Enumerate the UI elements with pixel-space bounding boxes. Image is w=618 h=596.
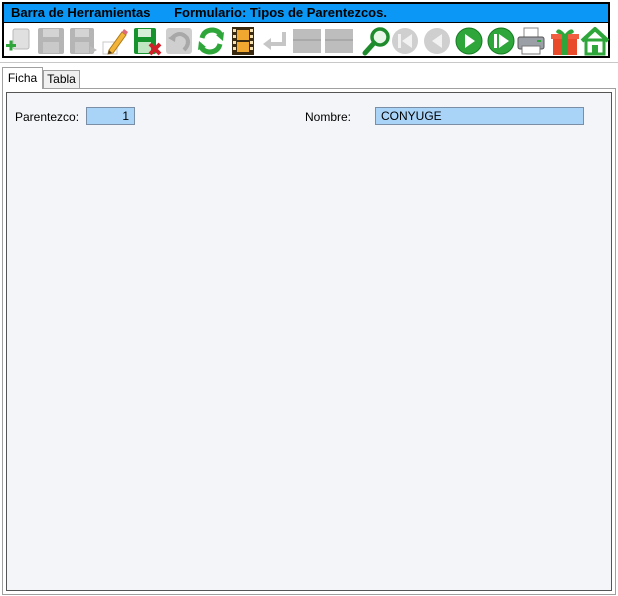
tab-ficha[interactable]: Ficha	[2, 67, 43, 89]
search-magnifier-icon	[362, 27, 390, 56]
save-icon	[38, 28, 64, 54]
add-record-icon	[6, 28, 30, 51]
toolbar-window: Barra de Herramientas Formulario: Tipos …	[2, 2, 610, 58]
form-title: Formulario: Tipos de Parentezcos.	[174, 5, 387, 20]
toolbar-title: Barra de Herramientas	[11, 5, 151, 20]
undo-icon	[166, 28, 192, 54]
grid-disabled-icon	[293, 29, 321, 53]
nombre-label: Nombre:	[305, 110, 352, 124]
save-delete-icon	[134, 28, 162, 56]
grid-button-2[interactable]	[324, 26, 354, 56]
toolbar-title-bar: Barra de Herramientas Formulario: Tipos …	[4, 4, 608, 23]
save-as-button[interactable]	[68, 26, 98, 56]
refresh-button[interactable]	[196, 26, 226, 56]
parentezco-field[interactable]: 1	[86, 107, 135, 125]
grid-disabled-icon-2	[325, 29, 353, 53]
save-button[interactable]	[36, 26, 66, 56]
parentezco-label: Parentezco:	[15, 110, 80, 124]
toolbar-icons	[4, 26, 610, 58]
previous-record-icon	[424, 28, 450, 54]
home-button[interactable]	[580, 26, 610, 56]
save-as-icon	[70, 28, 97, 54]
save-delete-button[interactable]	[132, 26, 162, 56]
next-record-button[interactable]	[454, 26, 484, 56]
return-arrow-icon	[263, 32, 286, 50]
edit-pencil-icon	[102, 29, 128, 55]
refresh-icon	[198, 27, 224, 55]
gift-icon	[551, 29, 579, 55]
toolbar-divider	[0, 62, 618, 63]
print-button[interactable]	[516, 26, 546, 56]
home-icon	[580, 27, 610, 56]
next-record-icon	[455, 27, 483, 55]
film-strip-button[interactable]	[228, 26, 258, 56]
nombre-field[interactable]: CONYUGE	[375, 107, 584, 125]
return-button[interactable]	[260, 26, 290, 56]
last-record-button[interactable]	[486, 26, 516, 56]
edit-button[interactable]	[100, 26, 130, 56]
grid-button[interactable]	[292, 26, 322, 56]
gift-button[interactable]	[550, 26, 580, 56]
form-area: Parentezco: 1 Nombre: CONYUGE	[6, 92, 612, 591]
tab-panel: Parentezco: 1 Nombre: CONYUGE	[2, 88, 616, 595]
first-record-icon	[392, 28, 418, 54]
previous-record-button[interactable]	[422, 26, 452, 56]
printer-icon	[517, 27, 545, 55]
search-button[interactable]	[362, 26, 392, 56]
undo-button[interactable]	[164, 26, 194, 56]
first-record-button[interactable]	[390, 26, 420, 56]
film-strip-icon	[232, 27, 254, 55]
add-record-button[interactable]	[4, 26, 34, 56]
tab-tabla[interactable]: Tabla	[43, 70, 80, 88]
last-record-icon	[487, 27, 515, 55]
